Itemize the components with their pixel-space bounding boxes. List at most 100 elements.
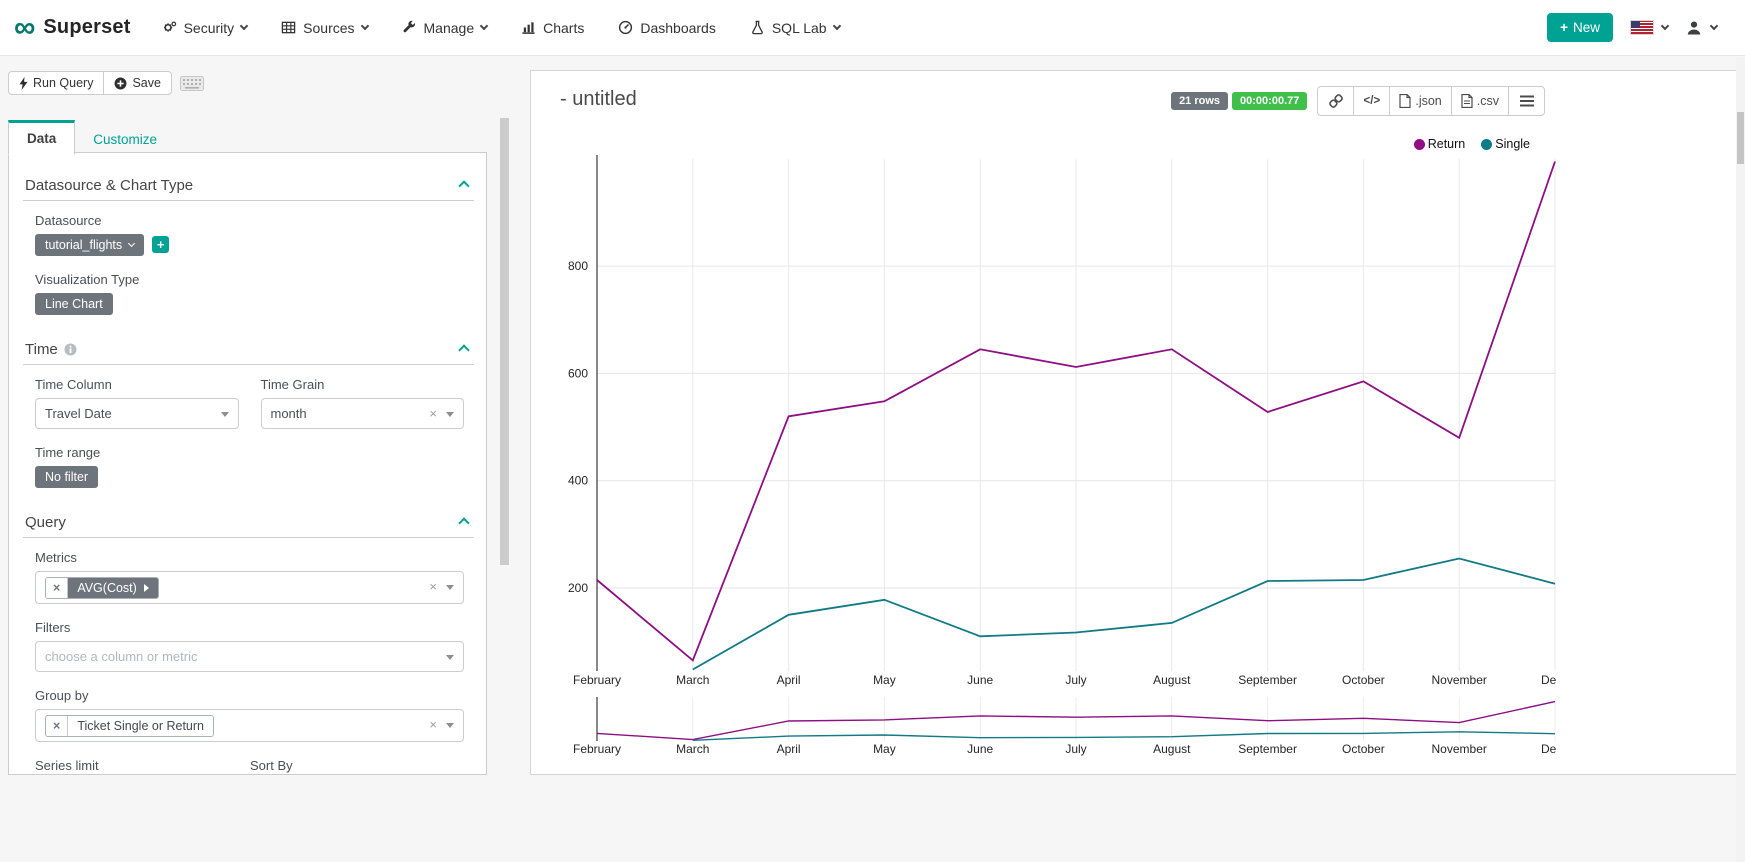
svg-text:April: April xyxy=(777,742,801,756)
svg-text:May: May xyxy=(873,742,896,756)
svg-text:June: June xyxy=(967,673,993,687)
groupby-select[interactable]: × Ticket Single or Return × xyxy=(35,709,464,742)
divider xyxy=(23,537,474,538)
nav-item-charts[interactable]: Charts xyxy=(504,0,601,55)
chevron-down-icon xyxy=(480,21,488,29)
flask-icon xyxy=(750,20,765,35)
chart-panel: - untitled 21 rows 00:00:00.77 </> .json… xyxy=(530,70,1745,775)
svg-text:October: October xyxy=(1342,673,1385,687)
embed-code-button[interactable]: </> xyxy=(1353,86,1390,116)
nav-item-sql-lab[interactable]: SQL Lab xyxy=(733,0,857,55)
chart-menu-button[interactable] xyxy=(1508,86,1545,116)
chevron-down-icon xyxy=(240,21,248,29)
nav-item-sources[interactable]: Sources xyxy=(264,0,384,55)
section-title: Time xyxy=(25,341,58,358)
time-range-field: Time range No filter xyxy=(35,445,464,488)
add-datasource-icon[interactable]: + xyxy=(152,236,169,253)
metric-chip[interactable]: × AVG(Cost) xyxy=(45,577,159,599)
select-caret-icon xyxy=(446,585,454,590)
export-csv-button[interactable]: .csv xyxy=(1451,86,1509,116)
series-limit-field: Series limit 7 option(s) xyxy=(35,758,228,775)
bar-chart-icon xyxy=(521,20,536,35)
remove-metric-icon[interactable]: × xyxy=(46,578,68,598)
sort-by-label: Sort By xyxy=(250,758,464,773)
tab-customize[interactable]: Customize xyxy=(75,124,175,155)
svg-text:April: April xyxy=(777,673,801,687)
groupby-field: Group by × Ticket Single or Return × xyxy=(35,688,464,742)
plus-icon: + xyxy=(1560,20,1568,35)
nav-item-security[interactable]: Security xyxy=(145,0,265,55)
language-chevron-down-icon[interactable] xyxy=(1661,21,1669,29)
timer-badge: 00:00:00.77 xyxy=(1232,92,1307,110)
groupby-label: Group by xyxy=(35,688,464,703)
panel-scrollbar-thumb[interactable] xyxy=(500,118,509,565)
svg-text:400: 400 xyxy=(568,474,588,488)
groupby-chip[interactable]: × Ticket Single or Return xyxy=(45,715,214,737)
export-json-button[interactable]: .json xyxy=(1389,86,1451,116)
collapse-chevron-up-icon[interactable] xyxy=(458,180,469,191)
svg-text:200: 200 xyxy=(568,581,588,595)
file-icon xyxy=(1461,94,1473,108)
metrics-label: Metrics xyxy=(35,550,464,565)
svg-text:800: 800 xyxy=(568,259,588,273)
chart-actions: 21 rows 00:00:00.77 </> .json .csv xyxy=(1171,86,1545,116)
short-link-button[interactable] xyxy=(1317,86,1354,116)
datasource-field: Datasource tutorial_flights + xyxy=(35,213,464,256)
metrics-select[interactable]: × AVG(Cost) × xyxy=(35,571,464,604)
datasource-chip[interactable]: tutorial_flights xyxy=(35,234,144,256)
svg-text:Dece: Dece xyxy=(1541,742,1556,756)
rows-badge: 21 rows xyxy=(1171,92,1228,110)
gears-icon xyxy=(162,20,177,35)
select-caret-icon xyxy=(446,412,454,417)
svg-text:600: 600 xyxy=(568,366,588,380)
clear-icon[interactable]: × xyxy=(429,406,437,421)
table-icon xyxy=(281,20,296,35)
query-toolbar: Run Query Save xyxy=(8,71,206,95)
divider xyxy=(23,200,474,201)
svg-text:March: March xyxy=(676,673,709,687)
page-scrollbar[interactable] xyxy=(1736,57,1745,862)
data-tab-panel: Datasource & Chart Type Datasource tutor… xyxy=(8,152,487,775)
svg-text:Dece: Dece xyxy=(1541,673,1556,687)
page-scrollbar-thumb[interactable] xyxy=(1737,112,1744,164)
svg-text:September: September xyxy=(1238,742,1297,756)
nav-item-label: Manage xyxy=(424,20,475,36)
code-icon: </> xyxy=(1364,95,1381,107)
filters-select[interactable]: choose a column or metric xyxy=(35,641,464,672)
nav-item-dashboards[interactable]: Dashboards xyxy=(601,0,733,55)
caret-right-icon xyxy=(144,584,149,592)
time-column-field: Time Column Travel Date xyxy=(35,377,239,429)
user-icon[interactable] xyxy=(1686,20,1702,36)
bolt-icon xyxy=(19,77,28,90)
us-flag-icon[interactable] xyxy=(1631,21,1653,34)
collapse-chevron-up-icon[interactable] xyxy=(458,344,469,355)
nav-item-label: Charts xyxy=(543,20,584,36)
run-query-button[interactable]: Run Query xyxy=(8,71,104,95)
clear-icon[interactable]: × xyxy=(429,579,437,594)
export-button-group: </> .json .csv xyxy=(1317,86,1545,116)
save-button[interactable]: Save xyxy=(103,71,172,95)
viz-type-chip[interactable]: Line Chart xyxy=(35,293,113,315)
divider xyxy=(23,364,474,365)
brand-name: Superset xyxy=(43,16,130,39)
new-button[interactable]: + New xyxy=(1547,13,1613,42)
remove-groupby-icon[interactable]: × xyxy=(46,716,68,736)
superset-logo[interactable]: ∞ Superset xyxy=(0,15,145,41)
hamburger-icon xyxy=(1520,95,1534,107)
tab-data[interactable]: Data xyxy=(8,120,75,155)
nav-item-manage[interactable]: Manage xyxy=(385,0,505,55)
time-range-chip[interactable]: No filter xyxy=(35,466,98,488)
panel-scrollbar[interactable] xyxy=(499,112,510,775)
plus-circle-icon xyxy=(114,77,127,90)
time-column-select[interactable]: Travel Date xyxy=(35,398,239,429)
dashboard-icon xyxy=(618,20,633,35)
info-icon xyxy=(64,343,77,356)
keyboard-shortcuts-button[interactable] xyxy=(178,74,206,93)
viz-type-label: Visualization Type xyxy=(35,272,464,287)
line-chart[interactable]: 200400600800FebruaryFebruaryMarchMarchAp… xyxy=(541,141,1556,766)
time-grain-select[interactable]: month × xyxy=(261,398,465,429)
clear-icon[interactable]: × xyxy=(429,717,437,732)
chevron-down-icon xyxy=(832,21,840,29)
user-chevron-down-icon[interactable] xyxy=(1710,21,1718,29)
collapse-chevron-up-icon[interactable] xyxy=(458,517,469,528)
